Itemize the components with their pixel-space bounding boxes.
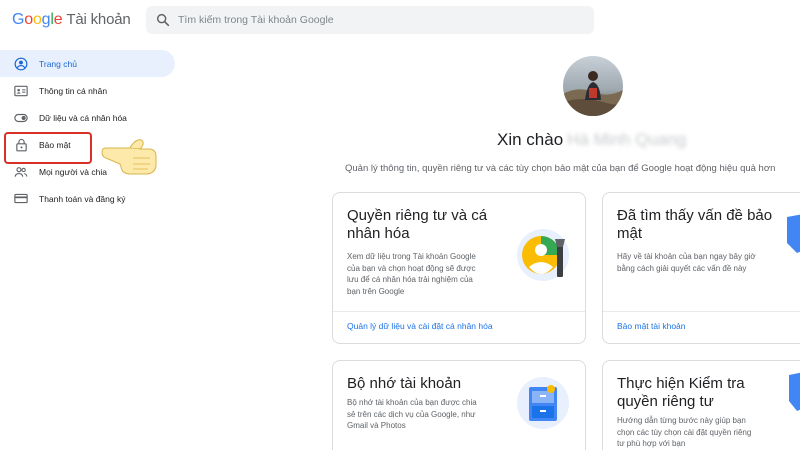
- card-desc-line: Gmail và Photos: [347, 421, 406, 430]
- card-title: Đã tìm thấy vấn đề bảo mật: [617, 207, 772, 243]
- profile-avatar[interactable]: [563, 56, 623, 116]
- app-header: Google Tài khoản: [0, 0, 800, 42]
- card-divider: [603, 311, 800, 312]
- sidebar-item-label: Thông tin cá nhân: [39, 85, 108, 96]
- card-description: Bộ nhớ tài khoản của bạn được chia sẻ tr…: [347, 397, 477, 432]
- card-desc-line: Bộ nhớ tài khoản của bạn được chia: [347, 398, 477, 407]
- card-desc-line: bằng cách giải quyết các vấn đề này: [617, 263, 747, 273]
- search-icon[interactable]: [155, 12, 171, 28]
- credit-card-icon: [14, 192, 28, 206]
- card-title: Bộ nhớ tài khoản: [347, 375, 461, 393]
- sidebar-item-label: Dữ liệu và cá nhân hóa: [39, 112, 127, 123]
- home-account-icon: [14, 57, 28, 71]
- card-title-line: Đã tìm thấy vấn đề bảo: [617, 207, 773, 224]
- card-desc-line: Hướng dẫn từng bước này giúp bạn: [617, 416, 746, 425]
- card-desc-line: chọn các tùy chọn cài đặt quyền riêng: [617, 427, 752, 437]
- card-title-line: nhân hóa: [347, 225, 410, 242]
- manage-data-link[interactable]: Quản lý dữ liệu và cài đặt cá nhân hóa: [347, 321, 493, 331]
- sidebar-item-label: Trang chủ: [39, 58, 77, 69]
- card-title: Thực hiện Kiểm tra quyền riêng tư: [617, 375, 745, 411]
- card-title-line: mật: [617, 225, 643, 242]
- sidebar-item-payments[interactable]: Thanh toán và đăng ký: [0, 185, 180, 212]
- logo-letter: o: [24, 11, 33, 28]
- product-name: Tài khoản: [66, 11, 131, 28]
- security-shield-icon: [787, 214, 800, 253]
- card-desc-line: tư phù hợp với bạn: [617, 439, 686, 448]
- card-desc-line: của bạn và chọn hoạt động sẽ được: [347, 263, 476, 273]
- card-desc-line: sẻ trên các dịch vụ của Google, như: [347, 409, 476, 419]
- card-description: Xem dữ liệu trong Tài khoản Google của b…: [347, 251, 476, 297]
- card-title-line: Quyền riêng tư và cá: [347, 207, 488, 224]
- card-desc-line: Hãy về tài khoản của bạn ngay bây giờ: [617, 252, 756, 261]
- card-divider: [333, 311, 585, 312]
- logo-letter: G: [12, 11, 25, 28]
- card-title: Quyền riêng tư và cá nhân hóa: [347, 207, 487, 243]
- toggle-icon: [14, 111, 28, 125]
- card-description: Hãy về tài khoản của bạn ngay bây giờ bằ…: [617, 251, 756, 274]
- card-description: Hướng dẫn từng bước này giúp bạn chọn cá…: [617, 415, 751, 450]
- logo-letter: o: [32, 11, 42, 28]
- privacy-personalization-icon: [517, 229, 569, 281]
- security-issues-card[interactable]: Đã tìm thấy vấn đề bảo mật Hãy về tài kh…: [602, 192, 800, 344]
- card-desc-line: Xem dữ liệu trong Tài khoản Google: [347, 252, 476, 261]
- card-title-line: quyền riêng tư: [617, 393, 714, 410]
- greeting-text: Xin chào: [497, 130, 564, 149]
- privacy-personalization-card[interactable]: Quyền riêng tư và cá nhân hóa Xem dữ liệ…: [332, 192, 586, 344]
- card-desc-line: bạn trên Google: [347, 286, 405, 296]
- pointing-hand-icon: [101, 139, 157, 175]
- user-name: Hà Minh Quang: [567, 130, 687, 149]
- card-desc-line: lưu để cá nhân hóa trải nghiệm của: [347, 275, 473, 284]
- storage-cabinet-icon: [517, 377, 569, 429]
- security-highlight-box: [4, 132, 92, 164]
- people-icon: [14, 165, 28, 179]
- sidebar-item-home[interactable]: Trang chủ: [0, 50, 175, 77]
- sidebar-item-label: Thanh toán và đăng ký: [39, 193, 126, 204]
- account-subtitle: Quản lý thông tin, quyền riêng tư và các…: [345, 163, 776, 174]
- id-card-icon: [14, 84, 28, 98]
- sidebar-item-data-personalization[interactable]: Dữ liệu và cá nhân hóa: [0, 104, 180, 131]
- privacy-checkup-icon: [789, 372, 800, 411]
- logo-letter: e: [53, 11, 63, 28]
- privacy-checkup-card[interactable]: Thực hiện Kiểm tra quyền riêng tư Hướng …: [602, 360, 800, 450]
- greeting-heading: Xin chào Hà Minh Quang: [497, 130, 686, 150]
- google-account-logo[interactable]: Google Tài khoản: [12, 11, 131, 29]
- card-title-line: Bộ nhớ tài khoản: [347, 375, 462, 392]
- sidebar-item-personal-info[interactable]: Thông tin cá nhân: [0, 77, 180, 104]
- search-bar[interactable]: [146, 6, 594, 34]
- account-storage-card[interactable]: Bộ nhớ tài khoản Bộ nhớ tài khoản của bạ…: [332, 360, 586, 450]
- secure-account-link[interactable]: Bảo mật tài khoản: [617, 321, 686, 331]
- sidebar-item-label: Mọi người và chia: [39, 166, 107, 177]
- search-input[interactable]: [178, 6, 578, 34]
- card-title-line: Thực hiện Kiểm tra: [617, 375, 745, 392]
- sidebar-nav: Trang chủ Thông tin cá nhân Dữ liệu và c…: [0, 50, 180, 212]
